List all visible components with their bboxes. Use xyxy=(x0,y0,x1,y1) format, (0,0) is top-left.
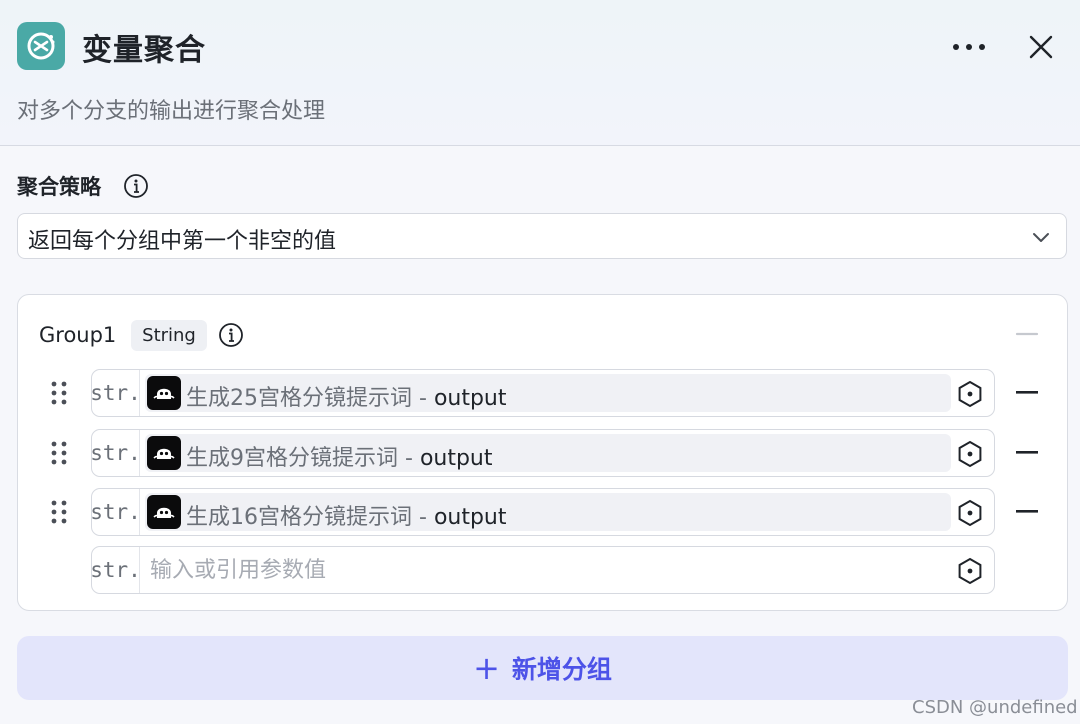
remove-variable-button[interactable] xyxy=(1016,391,1038,395)
reference-separator: - xyxy=(412,386,434,411)
strategy-label: 聚合策略 xyxy=(17,175,101,199)
type-prefix: str. xyxy=(90,370,141,416)
reference-separator: - xyxy=(412,505,434,530)
drag-handle-icon[interactable] xyxy=(50,499,68,525)
strategy-select-value: 返回每个分组中第一个非空的值 xyxy=(28,229,337,254)
variable-value-input[interactable] xyxy=(150,556,940,584)
info-icon[interactable] xyxy=(123,173,149,199)
reference-field-name: output xyxy=(433,505,507,530)
more-button[interactable] xyxy=(948,28,990,66)
remove-group-button[interactable] xyxy=(1014,323,1040,345)
remove-variable-button[interactable] xyxy=(1016,510,1038,514)
reference-node-name: 生成9宫格分镜提示词 xyxy=(186,446,398,471)
add-group-button[interactable]: + 新增分组 xyxy=(17,636,1068,700)
close-button[interactable] xyxy=(1022,26,1060,68)
node-avatar-icon xyxy=(147,495,181,529)
strategy-select[interactable]: 返回每个分组中第一个非空的值 xyxy=(17,213,1067,259)
variable-reference-tag[interactable]: 生成25宫格分镜提示词 - output xyxy=(145,374,951,412)
info-icon[interactable] xyxy=(218,322,244,348)
reference-node-name: 生成25宫格分镜提示词 xyxy=(186,386,412,411)
variable-row[interactable]: str. 生成16宫格分镜提示词 - output xyxy=(90,488,995,536)
reference-label: 生成25宫格分镜提示词 - output xyxy=(186,380,507,412)
node-title[interactable]: 变量聚合 xyxy=(82,25,206,69)
add-group-label: 新增分组 xyxy=(511,655,612,684)
watermark: CSDN @undefined xyxy=(912,697,1078,718)
chevron-down-icon xyxy=(1033,233,1049,242)
reference-field-name: output xyxy=(419,446,493,471)
type-prefix: str. xyxy=(90,489,141,535)
group-name[interactable]: Group1 xyxy=(39,323,116,347)
variable-reference-tag[interactable]: 生成9宫格分镜提示词 - output xyxy=(145,434,951,472)
type-prefix: str. xyxy=(90,547,141,593)
variable-row[interactable]: str. 生成25宫格分镜提示词 - output xyxy=(90,369,995,417)
variable-picker-icon[interactable] xyxy=(956,440,984,468)
reference-node-name: 生成16宫格分镜提示词 xyxy=(186,505,412,530)
variable-picker-icon[interactable] xyxy=(956,557,984,585)
reference-label: 生成16宫格分镜提示词 - output xyxy=(186,499,507,531)
node-avatar-icon xyxy=(147,436,181,470)
type-prefix: str. xyxy=(90,430,141,476)
variable-row[interactable]: str. 生成9宫格分镜提示词 - output xyxy=(90,429,995,477)
more-icon xyxy=(953,44,985,50)
reference-separator: - xyxy=(398,446,420,471)
drag-handle-icon[interactable] xyxy=(50,380,68,406)
node-avatar-icon xyxy=(147,376,181,410)
variable-row-empty[interactable]: str. xyxy=(90,546,995,594)
variable-reference-tag[interactable]: 生成16宫格分镜提示词 - output xyxy=(145,493,951,531)
group-type-badge: String xyxy=(131,320,207,351)
close-icon xyxy=(1029,35,1053,59)
node-description: 对多个分支的输出进行聚合处理 xyxy=(17,99,326,124)
plus-icon: + xyxy=(473,649,500,687)
reference-field-name: output xyxy=(433,386,507,411)
variable-picker-icon[interactable] xyxy=(956,380,984,408)
reference-label: 生成9宫格分镜提示词 - output xyxy=(186,440,493,472)
variable-merge-icon xyxy=(17,22,65,70)
remove-variable-button[interactable] xyxy=(1016,451,1038,455)
variable-picker-icon[interactable] xyxy=(956,499,984,527)
drag-handle-icon[interactable] xyxy=(50,440,68,466)
